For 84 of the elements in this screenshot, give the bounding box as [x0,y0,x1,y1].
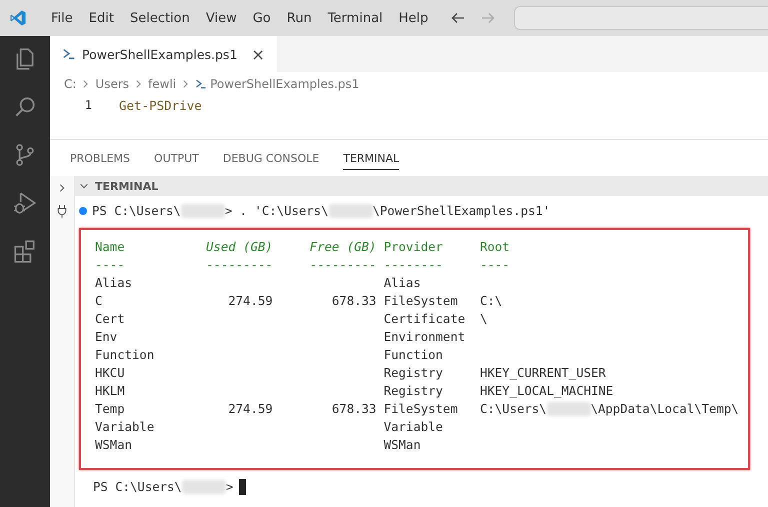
menu-item[interactable]: View [198,10,245,26]
run-debug-icon[interactable] [12,190,38,216]
table-cell-text: C:\Users\ [480,401,547,418]
terminal-text: PS C:\Users\ [92,204,181,218]
tab-label: PowerShellExamples.ps1 [82,46,238,62]
chevron-icon [135,79,142,89]
breadcrumb-item[interactable]: C: [64,77,76,91]
chevron-icon[interactable] [57,182,67,194]
table-cell-text: HKEY_LOCAL_MACHINE [480,383,614,400]
terminal-text: > [226,480,234,494]
table-cell-text: Variable [382,419,443,436]
terminal-section-title: TERMINAL [95,180,158,192]
code-line: Get-PSDrive [119,98,202,112]
terminal-text: > . 'C:\Users\ [224,204,328,218]
table-cell-text: Registry [382,383,443,400]
table-cell-text: FileSystem [382,401,458,418]
panel-tab[interactable]: DEBUG CONSOLE [222,152,320,169]
menu-item[interactable]: File [43,10,81,26]
menu-item[interactable]: Go [244,10,279,26]
table-cell-text: \ [480,311,488,328]
table-cell-text: Temp [95,401,126,418]
table-cell-text: Cert [95,311,126,328]
status-dot [79,207,87,215]
menu-item[interactable]: Edit [80,10,122,26]
table-cell-text: Environment [382,329,466,346]
menu-item[interactable]: Terminal [320,10,391,26]
menu-item[interactable]: Run [278,10,320,26]
editor-tab[interactable]: PowerShellExamples.ps1 × [50,36,277,72]
table-cell-text: 274.59 [228,293,273,310]
header-underline: --------- [310,257,376,274]
table-cell-text: 274.59 [228,401,273,418]
close-icon[interactable]: × [251,44,265,64]
table-cell-text: 678.33 [332,401,376,418]
table-cell-text: Alias [382,275,421,292]
table-cell-text: Registry [382,365,443,382]
table-cell-text: FileSystem [382,293,458,310]
column-header: Free (GB) [310,239,376,256]
redacted-blur [328,204,372,218]
redacted-blur [182,480,226,494]
chevron-icon [82,79,90,89]
menu-item[interactable]: Selection [122,10,198,26]
terminal-text: \PowerShellExamples.ps1' [372,204,550,218]
table-cell-text: \AppData\Local\Temp\ [590,401,739,418]
table-cell-text: C:\ [480,293,502,310]
plug-icon[interactable] [57,204,67,218]
text-cursor [239,479,246,495]
column-header: Name [95,239,125,256]
header-underline: ---- [480,257,510,274]
table-cell-text: 678.33 [332,293,376,310]
menu-item[interactable]: Help [390,10,436,26]
powershell-prompt-icon [195,78,208,90]
table-cell-text: Variable [95,419,156,436]
table-cell-text: Env [95,329,118,346]
column-header: Provider [382,239,443,256]
terminal-text: PS C:\Users\ [93,480,182,494]
line-number: 1 [84,98,92,112]
column-header: Root [480,239,510,256]
column-header: Used (GB) [206,239,273,256]
redacted-blur [546,402,591,416]
chevron-down-icon[interactable] [79,181,89,191]
header-underline: ---- [95,257,125,274]
vscode-logo-icon [9,9,27,27]
table-cell-text: HKEY_CURRENT_USER [480,365,606,382]
table-cell-text: Function [95,347,156,364]
panel-tab[interactable]: TERMINAL [343,152,400,170]
breadcrumb-item[interactable]: fewli [148,77,176,91]
table-cell-text: HKCU [95,365,126,382]
table-cell-text: Certificate [382,311,466,328]
header-underline: -------- [382,257,443,274]
breadcrumb-item[interactable]: Users [95,77,130,91]
table-cell-text: HKLM [95,383,126,400]
table-cell-text: Alias [95,275,134,292]
table-cell-text: WSMan [382,437,421,454]
command-center-field[interactable] [514,6,768,30]
table-cell-text: C [95,293,104,310]
chevron-icon [182,79,190,89]
table-cell-text: WSMan [95,437,134,454]
panel-tab[interactable]: PROBLEMS [70,152,130,169]
table-cell-text: Function [382,347,443,364]
redacted-blur [180,204,225,218]
header-underline: --------- [206,257,273,274]
powershell-prompt-icon [62,47,76,61]
panel-tab[interactable]: OUTPUT [154,152,199,169]
breadcrumb-item[interactable]: PowerShellExamples.ps1 [210,77,360,91]
